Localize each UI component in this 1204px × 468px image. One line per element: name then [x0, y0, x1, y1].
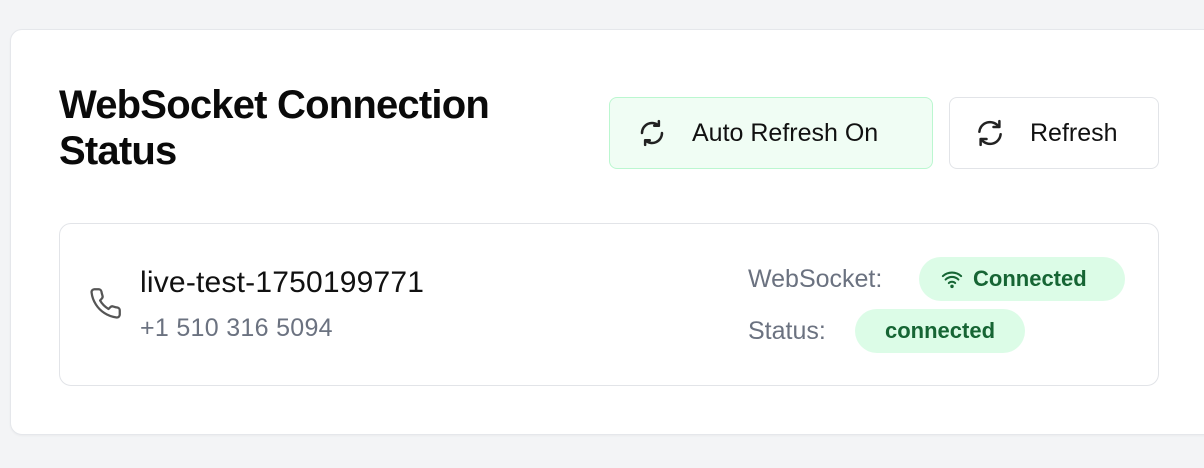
refresh-icon — [974, 117, 1006, 149]
connection-row: live-test-1750199771 +1 510 316 5094 Web… — [59, 223, 1159, 386]
page-title: WebSocket Connection Status — [59, 83, 490, 173]
status-label: Status: — [748, 317, 826, 345]
refresh-label: Refresh — [1030, 118, 1118, 147]
phone-icon — [90, 287, 124, 321]
websocket-label: WebSocket: — [748, 265, 883, 293]
refresh-button[interactable]: Refresh — [949, 97, 1159, 169]
status-badge: connected — [855, 309, 1025, 353]
auto-refresh-label: Auto Refresh On — [692, 118, 879, 147]
wifi-icon — [941, 268, 963, 290]
auto-refresh-button[interactable]: Auto Refresh On — [609, 97, 933, 169]
phone-number: +1 510 316 5094 — [140, 314, 333, 342]
websocket-status-text: Connected — [973, 266, 1087, 291]
connection-name: live-test-1750199771 — [140, 266, 425, 299]
refresh-cycle-icon — [636, 117, 668, 149]
connection-status-card: WebSocket Connection Status Auto Refresh… — [10, 29, 1204, 435]
websocket-status-badge: Connected — [919, 257, 1125, 301]
